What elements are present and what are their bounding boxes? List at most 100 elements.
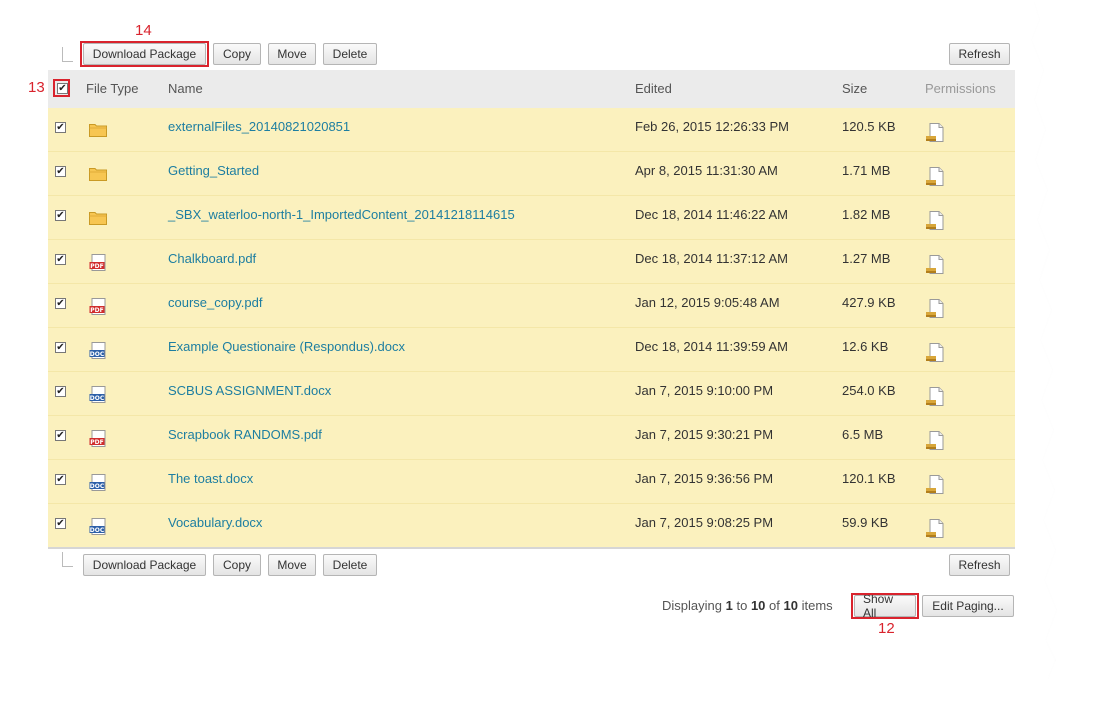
move-button-top[interactable]: Move <box>268 43 316 65</box>
permissions-icon[interactable] <box>925 430 945 452</box>
svg-text:DOC: DOC <box>90 483 105 490</box>
toolbar-top-bracket <box>62 47 73 62</box>
header-size[interactable]: Size <box>842 81 867 96</box>
refresh-button-bottom[interactable]: Refresh <box>949 554 1010 576</box>
file-size: 6.5 MB <box>842 427 884 442</box>
paging-to: 10 <box>750 598 766 613</box>
row-checkbox[interactable]: ✔ <box>55 122 66 133</box>
file-edited: Dec 18, 2014 11:46:22 AM <box>635 207 788 222</box>
permissions-icon[interactable] <box>925 518 945 540</box>
move-button-bottom[interactable]: Move <box>268 554 316 576</box>
file-size: 1.71 MB <box>842 163 891 178</box>
file-name-link[interactable]: Example Questionaire (Respondus).docx <box>168 339 405 354</box>
file-name-link[interactable]: The toast.docx <box>168 471 253 486</box>
file-size: 1.82 MB <box>842 207 891 222</box>
file-name-link[interactable]: SCBUS ASSIGNMENT.docx <box>168 383 331 398</box>
doc-icon: DOC <box>89 518 107 535</box>
table-row[interactable]: ✔ DOC SCBUS ASSIGNMENT.docx Jan 7, 2015 9:1… <box>48 372 1015 416</box>
pdf-icon: PDF <box>89 298 107 315</box>
table-row[interactable]: ✔ PDF Scrapbook RANDOMS.pdf Jan 7, 2015 9:3… <box>48 416 1015 460</box>
row-checkbox[interactable]: ✔ <box>55 166 66 177</box>
file-edited: Apr 8, 2015 11:31:30 AM <box>635 163 778 178</box>
folder-icon <box>89 122 107 137</box>
torn-edge-right <box>1032 0 1090 680</box>
table-row[interactable]: ✔ DOC Example Questionaire (Respondus).doc… <box>48 328 1015 372</box>
permissions-icon[interactable] <box>925 210 945 232</box>
file-edited: Jan 12, 2015 9:05:48 AM <box>635 295 780 310</box>
permissions-icon[interactable] <box>925 166 945 188</box>
file-edited: Jan 7, 2015 9:08:25 PM <box>635 515 774 530</box>
row-checkbox[interactable]: ✔ <box>55 518 66 529</box>
file-name-link[interactable]: Chalkboard.pdf <box>168 251 256 266</box>
row-checkbox[interactable]: ✔ <box>55 342 66 353</box>
delete-button-bottom[interactable]: Delete <box>323 554 377 576</box>
table-row[interactable]: ✔ DOC The toast.docx Jan 7, 2015 9:36:56 PM… <box>48 460 1015 504</box>
permissions-icon[interactable] <box>925 386 945 408</box>
torn-edge-bottom <box>0 656 1098 704</box>
download-package-button-bottom[interactable]: Download Package <box>83 554 206 576</box>
pdf-icon: PDF <box>89 430 107 447</box>
select-all-highlight <box>53 79 70 97</box>
doc-icon: DOC <box>89 386 107 403</box>
svg-text:PDF: PDF <box>90 263 103 270</box>
toolbar-bottom-bracket <box>62 552 73 567</box>
header-edited[interactable]: Edited <box>635 81 672 96</box>
row-checkbox[interactable]: ✔ <box>55 386 66 397</box>
file-edited: Jan 7, 2015 9:10:00 PM <box>635 383 774 398</box>
file-name-link[interactable]: _SBX_waterloo-north-1_ImportedContent_20… <box>168 207 515 222</box>
table-row[interactable]: ✔ PDF course_copy.pdf Jan 12, 2015 9:05:48 … <box>48 284 1015 328</box>
header-name[interactable]: Name <box>168 81 203 96</box>
permissions-icon[interactable] <box>925 474 945 496</box>
file-size: 1.27 MB <box>842 251 891 266</box>
file-name-link[interactable]: Getting_Started <box>168 163 259 178</box>
paging-from: 1 <box>725 598 733 613</box>
edit-paging-button[interactable]: Edit Paging... <box>922 595 1014 617</box>
refresh-button-top[interactable]: Refresh <box>949 43 1010 65</box>
file-name-link[interactable]: course_copy.pdf <box>168 295 262 310</box>
file-size: 254.0 KB <box>842 383 896 398</box>
header-permissions: Permissions <box>925 81 996 96</box>
svg-text:PDF: PDF <box>90 307 103 314</box>
header-file-type[interactable]: File Type <box>86 81 139 96</box>
file-name-link[interactable]: Scrapbook RANDOMS.pdf <box>168 427 322 442</box>
row-checkbox[interactable]: ✔ <box>55 210 66 221</box>
file-edited: Dec 18, 2014 11:37:12 AM <box>635 251 788 266</box>
paging-summary: Displaying 1 to 10 of 10 items <box>662 598 833 613</box>
file-size: 120.1 KB <box>842 471 896 486</box>
table-header: ✔ File Type Name Edited Size Permissions <box>48 70 1015 108</box>
table-row[interactable]: ✔ PDF Chalkboard.pdf Dec 18, 2014 11:37:12 … <box>48 240 1015 284</box>
svg-text:DOC: DOC <box>90 527 105 534</box>
file-size: 12.6 KB <box>842 339 889 354</box>
row-checkbox[interactable]: ✔ <box>55 430 66 441</box>
paging-of-word: of <box>769 598 780 613</box>
row-checkbox[interactable]: ✔ <box>55 298 66 309</box>
table-row[interactable]: ✔ _SBX_waterloo-north-1_ImportedContent_2… <box>48 196 1015 240</box>
table-row[interactable]: ✔ DOC Vocabulary.docx Jan 7, 2015 9:08:25 P… <box>48 504 1015 548</box>
permissions-icon[interactable] <box>925 342 945 364</box>
file-edited: Jan 7, 2015 9:30:21 PM <box>635 427 774 442</box>
table-row[interactable]: ✔ externalFiles_20140821020851 Feb 26, 201… <box>48 108 1015 152</box>
table-footer-line <box>48 547 1015 549</box>
file-name-link[interactable]: Vocabulary.docx <box>168 515 262 530</box>
permissions-icon[interactable] <box>925 122 945 144</box>
delete-button-top[interactable]: Delete <box>323 43 377 65</box>
folder-icon <box>89 210 107 225</box>
table-row[interactable]: ✔ Getting_Started Apr 8, 2015 11:31:30 AM 1… <box>48 152 1015 196</box>
paging-total: 10 <box>783 598 798 613</box>
svg-text:DOC: DOC <box>90 395 105 402</box>
copy-button-bottom[interactable]: Copy <box>213 554 261 576</box>
svg-text:PDF: PDF <box>90 439 103 446</box>
svg-text:DOC: DOC <box>90 351 105 358</box>
permissions-icon[interactable] <box>925 298 945 320</box>
pdf-icon: PDF <box>89 254 107 271</box>
copy-button-top[interactable]: Copy <box>213 43 261 65</box>
show-all-highlight <box>851 593 919 619</box>
row-checkbox[interactable]: ✔ <box>55 254 66 265</box>
row-checkbox[interactable]: ✔ <box>55 474 66 485</box>
file-size: 120.5 KB <box>842 119 896 134</box>
callout-14: 14 <box>135 22 152 39</box>
file-edited: Dec 18, 2014 11:39:59 AM <box>635 339 788 354</box>
file-name-link[interactable]: externalFiles_20140821020851 <box>168 119 350 134</box>
doc-icon: DOC <box>89 474 107 491</box>
permissions-icon[interactable] <box>925 254 945 276</box>
